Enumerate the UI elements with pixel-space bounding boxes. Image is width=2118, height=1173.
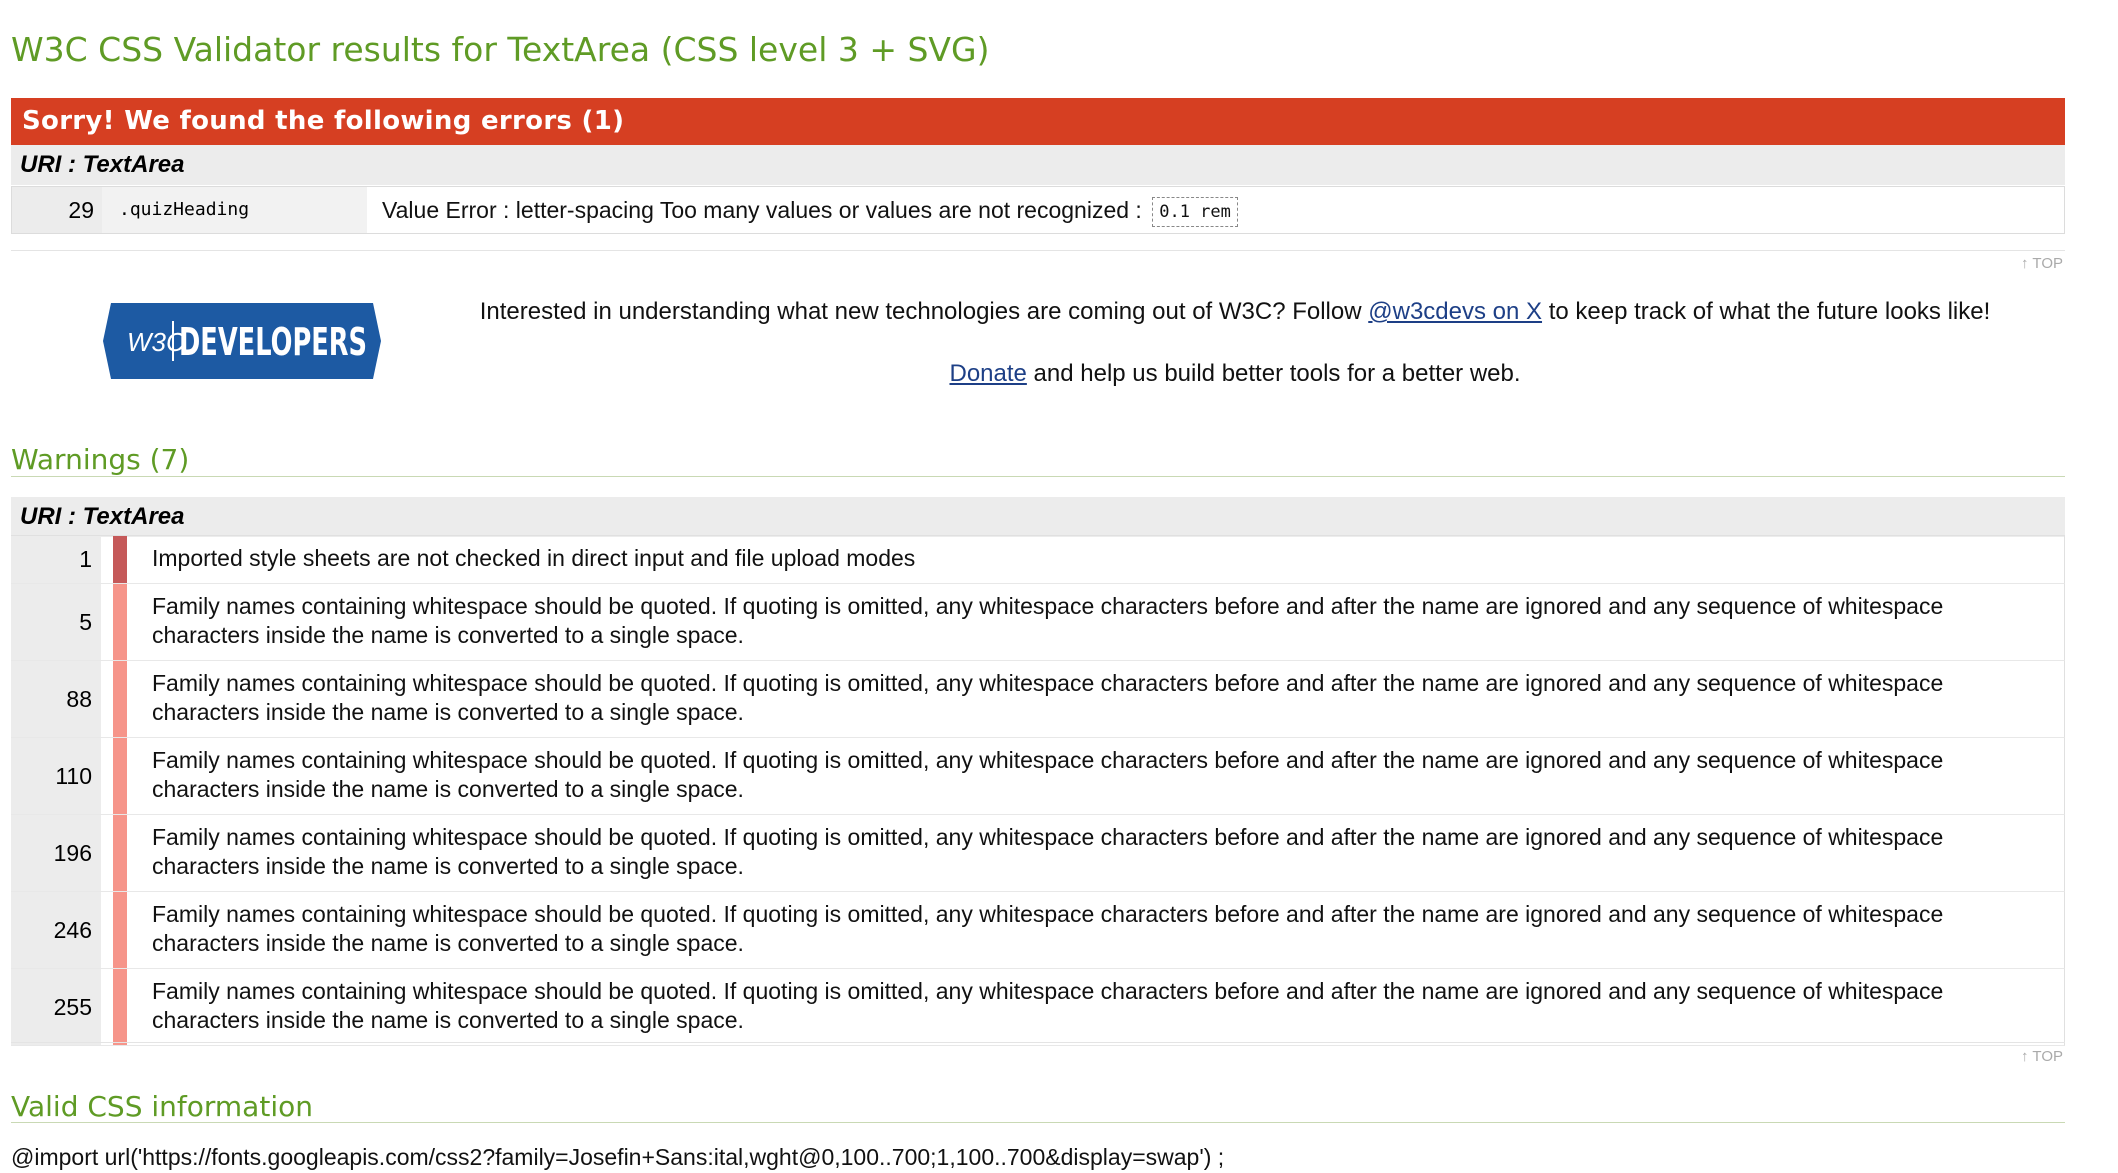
warnings-uri-label: URI : TextArea	[11, 497, 2065, 537]
promo-text: Interested in understanding what new tec…	[465, 298, 2005, 388]
warning-level-bar	[113, 536, 127, 583]
warning-level-bar	[113, 969, 127, 1045]
warning-message: Family names containing whitespace shoul…	[152, 670, 1944, 725]
warning-level-bar	[113, 584, 127, 660]
warnings-heading: Warnings (7)	[11, 443, 190, 476]
promo-line-1-text: Interested in understanding what new tec…	[479, 298, 1369, 325]
warning-row: 196 Family names containing whitespace sh…	[11, 815, 2065, 892]
errors-banner: Sorry! We found the following errors (1)	[11, 98, 2065, 145]
warning-row: 246 Family names containing whitespace sh…	[11, 892, 2065, 969]
warning-message: Family names containing whitespace shoul…	[152, 593, 1944, 648]
error-context: .quizHeading	[102, 187, 367, 233]
divider	[11, 250, 2065, 251]
donate-link[interactable]: Donate	[949, 360, 1026, 387]
error-line-number: 29	[12, 187, 102, 233]
warning-line-number: 196	[11, 815, 101, 891]
warnings-table: 1 Imported style sheets are not checked i…	[11, 535, 2065, 1046]
warning-level-bar	[113, 815, 127, 891]
promo-line-2-text: and help us build better tools for a bet…	[1026, 360, 1521, 387]
warning-level-bar	[113, 892, 127, 968]
error-message: Value Error : letter-spacing Too many va…	[382, 187, 1238, 233]
back-to-top-link[interactable]: ↑ TOP	[2021, 255, 2063, 272]
warning-message: Family names containing whitespace shoul…	[152, 901, 1944, 956]
warning-row: 255 Family names containing whitespace sh…	[11, 969, 2065, 1046]
warning-message: Family names containing whitespace shoul…	[152, 747, 1944, 802]
logo-developers-text: DEVELOPERS	[179, 320, 367, 364]
error-message-text: Value Error : letter-spacing Too many va…	[382, 197, 1149, 223]
warning-row: 5 Family names containing whitespace shou…	[11, 584, 2065, 661]
promo-line-1-tail: to keep track of what the future looks l…	[1542, 298, 1991, 325]
warning-line-number: 5	[11, 584, 101, 660]
promo-line-2: Donate and help us build better tools fo…	[465, 360, 2005, 388]
w3c-developers-logo[interactable]: W3C DEVELOPERS	[103, 303, 381, 379]
warning-level-bar	[113, 661, 127, 737]
valid-css-heading-rule	[11, 1122, 2065, 1123]
w3cdevs-link[interactable]: @w3cdevs on X	[1368, 298, 1542, 325]
warning-line-number: 255	[11, 969, 101, 1045]
valid-css-line: @import url('https://fonts.googleapis.co…	[11, 1144, 1225, 1170]
warning-line-number: 246	[11, 892, 101, 968]
warning-line-number: 110	[11, 738, 101, 814]
back-to-top-link[interactable]: ↑ TOP	[2021, 1048, 2063, 1065]
valid-css-heading: Valid CSS information	[11, 1090, 313, 1123]
warning-row: 1 Imported style sheets are not checked i…	[11, 536, 2065, 584]
warning-line-number: 1	[11, 536, 101, 583]
warning-message: Family names containing whitespace shoul…	[152, 824, 1944, 879]
page-title: W3C CSS Validator results for TextArea (…	[11, 30, 990, 69]
divider	[11, 1042, 2065, 1043]
warning-level-bar	[113, 738, 127, 814]
error-value: 0.1 rem	[1152, 196, 1238, 227]
error-row: 29 .quizHeading Value Error : letter-spa…	[11, 186, 2065, 234]
promo-line-1: Interested in understanding what new tec…	[465, 298, 2005, 326]
warning-row: 110 Family names containing whitespace sh…	[11, 738, 2065, 815]
warning-message: Family names containing whitespace shoul…	[152, 978, 1944, 1033]
warning-row: 88 Family names containing whitespace sho…	[11, 661, 2065, 738]
warning-line-number: 88	[11, 661, 101, 737]
logo-w3c-text: W3C	[127, 327, 185, 357]
errors-uri-label: URI : TextArea	[11, 145, 2065, 185]
warning-message: Imported style sheets are not checked in…	[152, 545, 916, 571]
warnings-heading-rule	[11, 476, 2065, 477]
